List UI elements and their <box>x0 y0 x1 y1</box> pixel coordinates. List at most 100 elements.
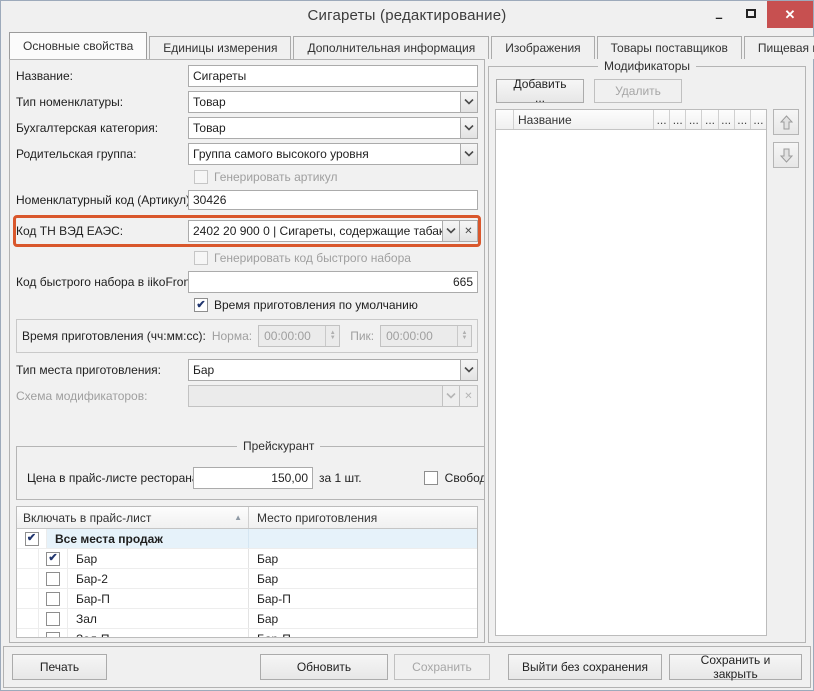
chevron-down-icon[interactable] <box>460 144 477 164</box>
chevron-down-icon[interactable] <box>460 360 477 380</box>
maximize-icon <box>746 9 756 18</box>
print-button[interactable]: Печать <box>12 654 107 680</box>
clear-icon[interactable]: ✕ <box>459 221 477 241</box>
modifiers-groupbox: Модификаторы Добавить ... Удалить Назван… <box>488 59 806 643</box>
row-checkbox[interactable]: ✔ <box>46 592 60 606</box>
table-row[interactable]: ✔ Бар Бар <box>17 549 477 569</box>
default-cook-time-checkbox[interactable]: ✔ <box>194 298 208 312</box>
tab-units[interactable]: Единицы измерения <box>149 36 291 59</box>
tab-additional-info[interactable]: Дополнительная информация <box>293 36 489 59</box>
column-dots[interactable]: ... <box>654 110 670 129</box>
table-row[interactable]: ✔ Бар-2 Бар <box>17 569 477 589</box>
column-include-in-pricelist[interactable]: Включать в прайс-лист ▲ <box>17 507 249 528</box>
spinner-icon: ▲▼ <box>457 326 471 346</box>
column-dots[interactable]: ... <box>751 110 766 129</box>
nomenclature-type-value: Товар <box>189 92 460 112</box>
window-title: Сигареты (редактирование) <box>1 1 813 31</box>
row-checkbox[interactable]: ✔ <box>46 612 60 626</box>
quick-code-input[interactable] <box>188 271 478 293</box>
accounting-category-value: Товар <box>189 118 460 138</box>
generate-quick-code-checkbox: ✔ <box>194 251 208 265</box>
cook-place-type-label: Тип места приготовления: <box>16 363 188 377</box>
pricelist-table-header: Включать в прайс-лист ▲ Место приготовле… <box>17 507 477 529</box>
generate-sku-label: Генерировать артикул <box>214 170 338 184</box>
modifier-scheme-value <box>189 386 442 406</box>
name-input[interactable] <box>188 65 478 87</box>
nomenclature-type-select[interactable]: Товар <box>188 91 478 113</box>
table-row[interactable]: ✔ Бар-П Бар-П <box>17 589 477 609</box>
nomenclature-type-label: Тип номенклатуры: <box>16 95 188 109</box>
column-dots[interactable]: ... <box>702 110 718 129</box>
pricelist-legend: Прейскурант <box>237 439 320 453</box>
cook-time-norm-label: Норма: <box>212 329 252 343</box>
close-button[interactable]: ✕ <box>767 1 813 28</box>
chevron-down-icon <box>442 386 459 406</box>
refresh-button[interactable]: Обновить <box>260 654 388 680</box>
sort-asc-icon: ▲ <box>234 513 242 522</box>
clear-icon: ✕ <box>459 386 477 406</box>
parent-group-value: Группа самого высокого уровня <box>189 144 460 164</box>
arrow-down-icon <box>780 148 793 163</box>
title-bar: Сигареты (редактирование) – ✕ <box>1 1 813 31</box>
tab-main-properties[interactable]: Основные свойства <box>9 32 147 59</box>
tab-nutrition[interactable]: Пищевая ценность <box>744 36 814 59</box>
pricelist-groupbox: Прейскурант Цена в прайс-листе ресторана… <box>16 439 485 500</box>
cook-time-panel: Время приготовления (чч:мм:сс): Норма: 0… <box>16 319 478 353</box>
add-modifier-button[interactable]: Добавить ... <box>496 79 584 103</box>
row-checkbox[interactable]: ✔ <box>46 632 60 639</box>
column-dots[interactable]: ... <box>719 110 735 129</box>
cook-time-peak-input: 00:00:00 ▲▼ <box>380 325 472 347</box>
check-icon: ✔ <box>27 533 36 544</box>
table-row[interactable]: ✔ Все места продаж <box>17 529 477 549</box>
modifiers-legend: Модификаторы <box>598 59 696 73</box>
column-name[interactable]: Название <box>514 110 654 129</box>
chevron-down-icon[interactable] <box>460 118 477 138</box>
modifier-scheme-select: ✕ <box>188 385 478 407</box>
default-cook-time-label: Время приготовления по умолчанию <box>214 298 418 312</box>
column-dots[interactable]: ... <box>670 110 686 129</box>
column-cook-place[interactable]: Место приготовления <box>249 507 477 528</box>
accounting-category-label: Бухгалтерская категория: <box>16 121 188 135</box>
row-checkbox[interactable]: ✔ <box>46 572 60 586</box>
column-dots[interactable]: ... <box>735 110 751 129</box>
accounting-category-select[interactable]: Товар <box>188 117 478 139</box>
move-down-button[interactable] <box>773 142 799 168</box>
parent-group-select[interactable]: Группа самого высокого уровня <box>188 143 478 165</box>
exit-without-saving-button[interactable]: Выйти без сохранения <box>508 654 662 680</box>
row-checkbox[interactable]: ✔ <box>25 532 39 546</box>
modifier-scheme-label: Схема модификаторов: <box>16 389 188 403</box>
column-blank <box>496 110 514 129</box>
modifiers-table-header: Название ... ... ... ... ... ... ... <box>496 110 766 130</box>
save-and-close-button[interactable]: Сохранить и закрыть <box>669 654 802 680</box>
move-up-button[interactable] <box>773 109 799 135</box>
free-price-label: Свободная цена <box>445 471 485 485</box>
maximize-button[interactable] <box>735 1 767 25</box>
tab-images[interactable]: Изображения <box>491 36 594 59</box>
per-unit-label: за 1 шт. <box>319 471 362 485</box>
sku-input[interactable] <box>188 190 478 210</box>
chevron-down-icon[interactable] <box>460 92 477 112</box>
cook-place-type-value: Бар <box>189 360 460 380</box>
price-input[interactable] <box>193 467 313 489</box>
free-price-checkbox[interactable]: ✔ <box>424 471 438 485</box>
name-label: Название: <box>16 69 188 83</box>
modifiers-table-body[interactable] <box>496 130 766 635</box>
minimize-button[interactable]: – <box>703 1 735 25</box>
cook-time-label: Время приготовления (чч:мм:сс): <box>22 329 206 343</box>
table-row[interactable]: ✔ Зал-П Бар-П <box>17 629 477 638</box>
generate-quick-code-label: Генерировать код быстрого набора <box>214 251 411 265</box>
pricelist-table: Включать в прайс-лист ▲ Место приготовле… <box>16 506 478 638</box>
window-controls: – ✕ <box>703 1 813 28</box>
cook-place-type-select[interactable]: Бар <box>188 359 478 381</box>
tnved-select[interactable]: 2402 20 900 0 | Сигареты, содержащие таб… <box>188 220 478 242</box>
sku-label: Номенклатурный код (Артикул): <box>16 193 188 207</box>
table-row[interactable]: ✔ Зал Бар <box>17 609 477 629</box>
price-label: Цена в прайс-листе ресторана: <box>27 471 193 485</box>
chevron-down-icon[interactable] <box>442 221 459 241</box>
row-checkbox[interactable]: ✔ <box>46 552 60 566</box>
modifiers-table: Название ... ... ... ... ... ... ... <box>495 109 767 636</box>
tab-supplier-goods[interactable]: Товары поставщиков <box>597 36 742 59</box>
column-dots[interactable]: ... <box>686 110 702 129</box>
check-icon: ✔ <box>48 553 57 564</box>
quick-code-label: Код быстрого набора в iikoFront: <box>16 275 188 289</box>
